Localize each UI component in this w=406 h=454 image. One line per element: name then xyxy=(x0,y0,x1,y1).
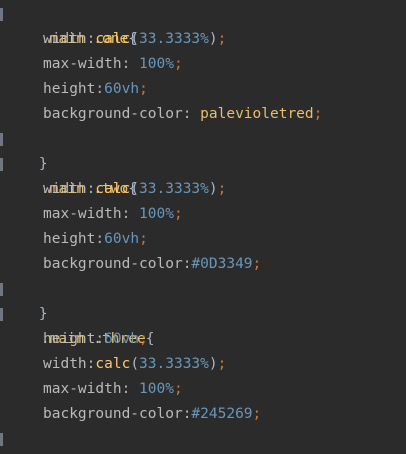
css-function: calc xyxy=(95,356,131,372)
css-number: 60 xyxy=(104,231,122,247)
css-unit: vh xyxy=(121,81,140,97)
css-property: background-color xyxy=(43,106,183,122)
semicolon: ; xyxy=(252,406,262,422)
css-value: palevioletred xyxy=(200,106,314,122)
css-number: 60 xyxy=(104,81,122,97)
paren-close: ) xyxy=(208,356,218,372)
colon: : xyxy=(182,106,201,122)
semicolon: ; xyxy=(173,381,183,397)
css-hex-color: #245269 xyxy=(191,406,253,422)
css-number: 60 xyxy=(104,331,122,347)
css-number: 33.3333 xyxy=(139,31,201,47)
css-number: 100 xyxy=(139,56,166,72)
colon: : xyxy=(95,331,105,347)
css-hex-color: #0D3349 xyxy=(191,256,253,272)
paren-close: ) xyxy=(208,31,218,47)
css-unit: % xyxy=(200,356,209,372)
code-line[interactable]: height:60vh; xyxy=(0,327,148,352)
paren-open: ( xyxy=(130,356,140,372)
code-line[interactable]: max-width: 100%; xyxy=(0,202,183,227)
css-unit: % xyxy=(165,206,174,222)
code-editor[interactable]: .main .one{ width:calc(33.3333%); max-wi… xyxy=(0,0,406,454)
code-line[interactable]: .main .two{ xyxy=(0,152,137,197)
css-unit: % xyxy=(165,381,174,397)
colon: : xyxy=(121,206,140,222)
css-number: 100 xyxy=(139,206,166,222)
css-unit: % xyxy=(200,181,209,197)
css-unit: vh xyxy=(121,231,140,247)
paren-open: ( xyxy=(130,181,140,197)
css-property: max-width xyxy=(43,381,122,397)
semicolon: ; xyxy=(217,356,227,372)
paren-open: ( xyxy=(130,31,140,47)
code-line[interactable]: height:60vh; xyxy=(0,77,148,102)
code-line[interactable]: .main .one{ xyxy=(0,2,137,47)
semicolon: ; xyxy=(217,31,227,47)
fold-marker-icon[interactable] xyxy=(0,133,3,146)
code-line[interactable]: } xyxy=(0,277,48,322)
css-property: width xyxy=(43,356,87,372)
colon: : xyxy=(121,56,140,72)
css-property: width xyxy=(43,31,87,47)
code-line[interactable]: max-width: 100%; xyxy=(0,377,183,402)
fold-marker-icon[interactable] xyxy=(0,8,3,21)
css-function: calc xyxy=(95,181,131,197)
semicolon: ; xyxy=(173,56,183,72)
css-property: height xyxy=(43,231,96,247)
css-number: 100 xyxy=(139,381,166,397)
code-line[interactable]: background-color:#245269; xyxy=(0,402,261,427)
css-unit: vh xyxy=(121,331,140,347)
code-line[interactable]: width:calc(33.3333%); xyxy=(0,352,226,377)
semicolon: ; xyxy=(217,181,227,197)
fold-marker-icon[interactable] xyxy=(0,158,3,171)
semicolon: ; xyxy=(252,256,262,272)
semicolon: ; xyxy=(139,81,148,97)
css-unit: % xyxy=(165,56,174,72)
colon: : xyxy=(95,81,105,97)
code-line[interactable]: max-width: 100%; xyxy=(0,52,183,77)
code-line[interactable]: width:calc(33.3333%); xyxy=(0,27,226,52)
css-property: height xyxy=(43,331,96,347)
colon: : xyxy=(95,231,105,247)
paren-close: ) xyxy=(208,181,218,197)
css-property: background-color xyxy=(43,256,183,272)
css-property: max-width xyxy=(43,56,122,72)
semicolon: ; xyxy=(313,106,323,122)
css-property: height xyxy=(43,81,96,97)
fold-marker-icon[interactable] xyxy=(0,308,3,321)
css-property: max-width xyxy=(43,206,122,222)
css-property: background-color xyxy=(43,406,183,422)
code-line[interactable]: .main .three{ xyxy=(0,302,154,347)
css-property: width xyxy=(43,181,87,197)
code-line[interactable]: } xyxy=(0,427,48,452)
code-line[interactable]: width:calc(33.3333%); xyxy=(0,177,226,202)
css-unit: % xyxy=(200,31,209,47)
code-line[interactable]: background-color: palevioletred; xyxy=(0,102,322,127)
css-function: calc xyxy=(95,31,131,47)
code-line[interactable]: height:60vh; xyxy=(0,227,148,252)
semicolon: ; xyxy=(173,206,183,222)
css-number: 33.3333 xyxy=(139,181,201,197)
code-line[interactable]: } xyxy=(0,127,48,172)
semicolon: ; xyxy=(139,231,148,247)
fold-marker-icon[interactable] xyxy=(0,433,3,446)
code-line[interactable]: background-color:#0D3349; xyxy=(0,252,261,277)
colon: : xyxy=(121,381,140,397)
semicolon: ; xyxy=(139,331,148,347)
fold-marker-icon[interactable] xyxy=(0,283,3,296)
css-number: 33.3333 xyxy=(139,356,201,372)
